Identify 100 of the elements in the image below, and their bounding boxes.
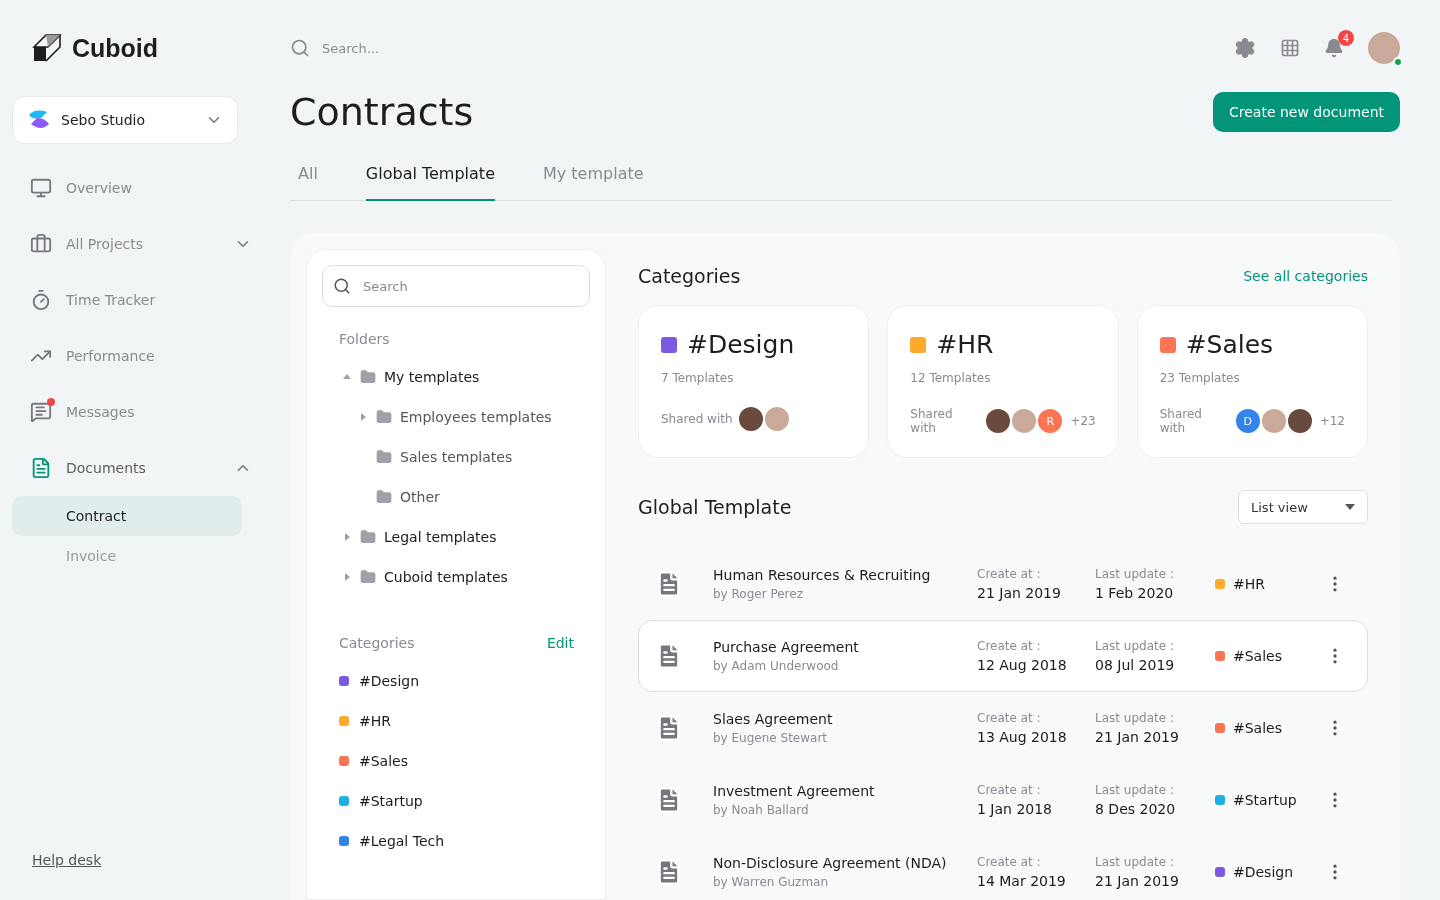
folder-name[interactable]: My templates [384, 369, 480, 385]
document-row[interactable]: Investment Agreement by Noah Ballard Create at : 1 Jan 2018 Last update : 8 Des 2020 #Startup [638, 764, 1368, 836]
updated-date: 21 Jan 2019 [1095, 729, 1180, 745]
section-title: Categories [638, 265, 741, 287]
folders-heading: Folders [338, 331, 391, 347]
search-icon [333, 277, 351, 295]
updated-label: Last update : [1095, 567, 1175, 581]
created-date: 13 Aug 2018 [977, 729, 1068, 745]
workspace-logo-icon [27, 109, 51, 131]
folder-name[interactable]: Legal templates [384, 529, 497, 545]
caret-right-icon[interactable] [342, 572, 352, 582]
document-row[interactable]: Non-Disclosure Agreement (NDA) by Warren Guzman Create at : 14 Mar 2019 Last update : 21 Jan 2019 #Design [638, 836, 1368, 900]
folder-name[interactable]: Sales templates [400, 449, 513, 465]
avatar-circle [738, 407, 763, 431]
document-title: Investment Agreement [713, 783, 876, 799]
folder-icon [360, 569, 376, 585]
stopwatch-icon [30, 289, 52, 311]
created-label: Create at : [977, 567, 1042, 581]
document-row[interactable]: Human Resources & Recruiting by Roger Perez Create at : 21 Jan 2019 Last update : 1 Feb 2020 #HR [638, 548, 1368, 620]
more-count: +23 [1070, 414, 1096, 428]
shared-label: Shared with [1159, 407, 1203, 435]
created-date: 12 Aug 2018 [977, 657, 1068, 673]
created-date: 1 Jan 2018 [977, 801, 1054, 817]
help-link[interactable]: Help desk [32, 852, 270, 868]
created-date: 14 Mar 2019 [977, 873, 1067, 889]
updated-label: Last update : [1095, 639, 1175, 653]
avatar-circle [1287, 409, 1312, 433]
category-name: #Sales [1185, 330, 1274, 359]
category-card[interactable]: #Sales 23 Templates Shared with D +12 [1136, 305, 1368, 458]
category-card[interactable]: #Design 7 Templates Shared with [638, 305, 870, 458]
document-tag: #Design [1233, 864, 1294, 880]
shared-label: Shared with [661, 412, 733, 426]
created-label: Create at : [977, 639, 1042, 653]
document-title: Non-Disclosure Agreement (NDA) [713, 855, 948, 871]
updated-date: 21 Jan 2019 [1095, 873, 1180, 889]
folder-name[interactable]: Cuboid templates [384, 569, 508, 585]
section-title: Global Template [638, 496, 792, 518]
initial-avatar: D [1235, 409, 1260, 433]
grid-icon[interactable] [1280, 38, 1300, 58]
shared-label: Shared with [910, 407, 954, 435]
folder-icon [360, 369, 376, 385]
nav-subitem[interactable]: Contract [12, 496, 242, 536]
view-select[interactable]: List view [1238, 490, 1368, 524]
created-date: 21 Jan 2019 [977, 585, 1062, 601]
category-name[interactable]: #Startup [359, 793, 423, 809]
avatar-circle [986, 409, 1011, 433]
edit-link[interactable]: Edit [546, 635, 574, 651]
updated-label: Last update : [1095, 711, 1175, 725]
category-card[interactable]: #HR 12 Templates Shared with R +23 [887, 305, 1119, 458]
folder-name[interactable]: Employees templates [400, 409, 552, 425]
document-tag: #Sales [1233, 720, 1282, 736]
document-title: Purchase Agreement [713, 639, 860, 655]
create-document-button[interactable]: Create new document [1213, 92, 1400, 132]
message-icon [30, 401, 52, 423]
brand-name: Cuboid [72, 33, 159, 63]
document-author: by Roger Perez [713, 587, 804, 601]
search-icon [290, 38, 310, 58]
document-title: Human Resources & Recruiting [713, 567, 932, 583]
nav-item[interactable]: Documents [12, 440, 270, 496]
caret-up-icon[interactable] [342, 372, 352, 382]
user-avatar[interactable] [1368, 32, 1400, 64]
initial-avatar: R [1038, 409, 1063, 433]
document-row[interactable]: Slaes Agreement by Eugene Stewart Create at : 13 Aug 2018 Last update : 21 Jan 2019 #Sales [638, 692, 1368, 764]
avatar-circle [764, 407, 789, 431]
folder-icon [376, 449, 392, 465]
cube-logo-icon [32, 33, 62, 63]
monitor-icon [30, 177, 52, 199]
category-name: #HR [936, 330, 994, 359]
notification-count: 4 [1338, 30, 1354, 46]
document-author: by Adam Underwood [713, 659, 840, 673]
document-author: by Warren Guzman [713, 875, 830, 889]
folder-name[interactable]: Other [400, 489, 440, 505]
document-tag: #HR [1233, 576, 1265, 592]
template-count: 12 Templates [910, 371, 992, 385]
template-count: 23 Templates [1159, 371, 1241, 385]
document-author: by Eugene Stewart [713, 731, 829, 745]
see-all-link[interactable]: See all categories [1243, 268, 1368, 284]
caret-right-icon[interactable] [358, 412, 368, 422]
briefcase-icon [30, 233, 52, 255]
more-count: +12 [1319, 414, 1345, 428]
workspace-switcher[interactable]: Sebo Studio [12, 96, 238, 144]
folder-icon [360, 529, 376, 545]
avatar-circle [1261, 409, 1286, 433]
category-name[interactable]: #Design [359, 673, 420, 689]
tab[interactable]: Global Template [365, 164, 495, 201]
created-label: Create at : [977, 783, 1042, 797]
category-name[interactable]: #Legal Tech [359, 833, 445, 849]
notifications-icon[interactable] [1324, 38, 1344, 58]
folder-search-input[interactable]: Search [361, 277, 561, 295]
category-name[interactable]: #Sales [359, 753, 408, 769]
caret-right-icon[interactable] [342, 532, 352, 542]
folder-search-field[interactable]: Search [322, 265, 590, 307]
category-name: #Design [687, 330, 795, 359]
search-field[interactable]: Search... [320, 39, 620, 57]
document-icon [30, 457, 52, 479]
page-title: Contracts [290, 90, 474, 134]
document-row[interactable]: Purchase Agreement by Adam Underwood Create at : 12 Aug 2018 Last update : 08 Jul 2019 #Sales [638, 620, 1368, 692]
category-name[interactable]: #HR [359, 713, 391, 729]
settings-icon[interactable] [1234, 37, 1256, 59]
updated-label: Last update : [1095, 783, 1175, 797]
